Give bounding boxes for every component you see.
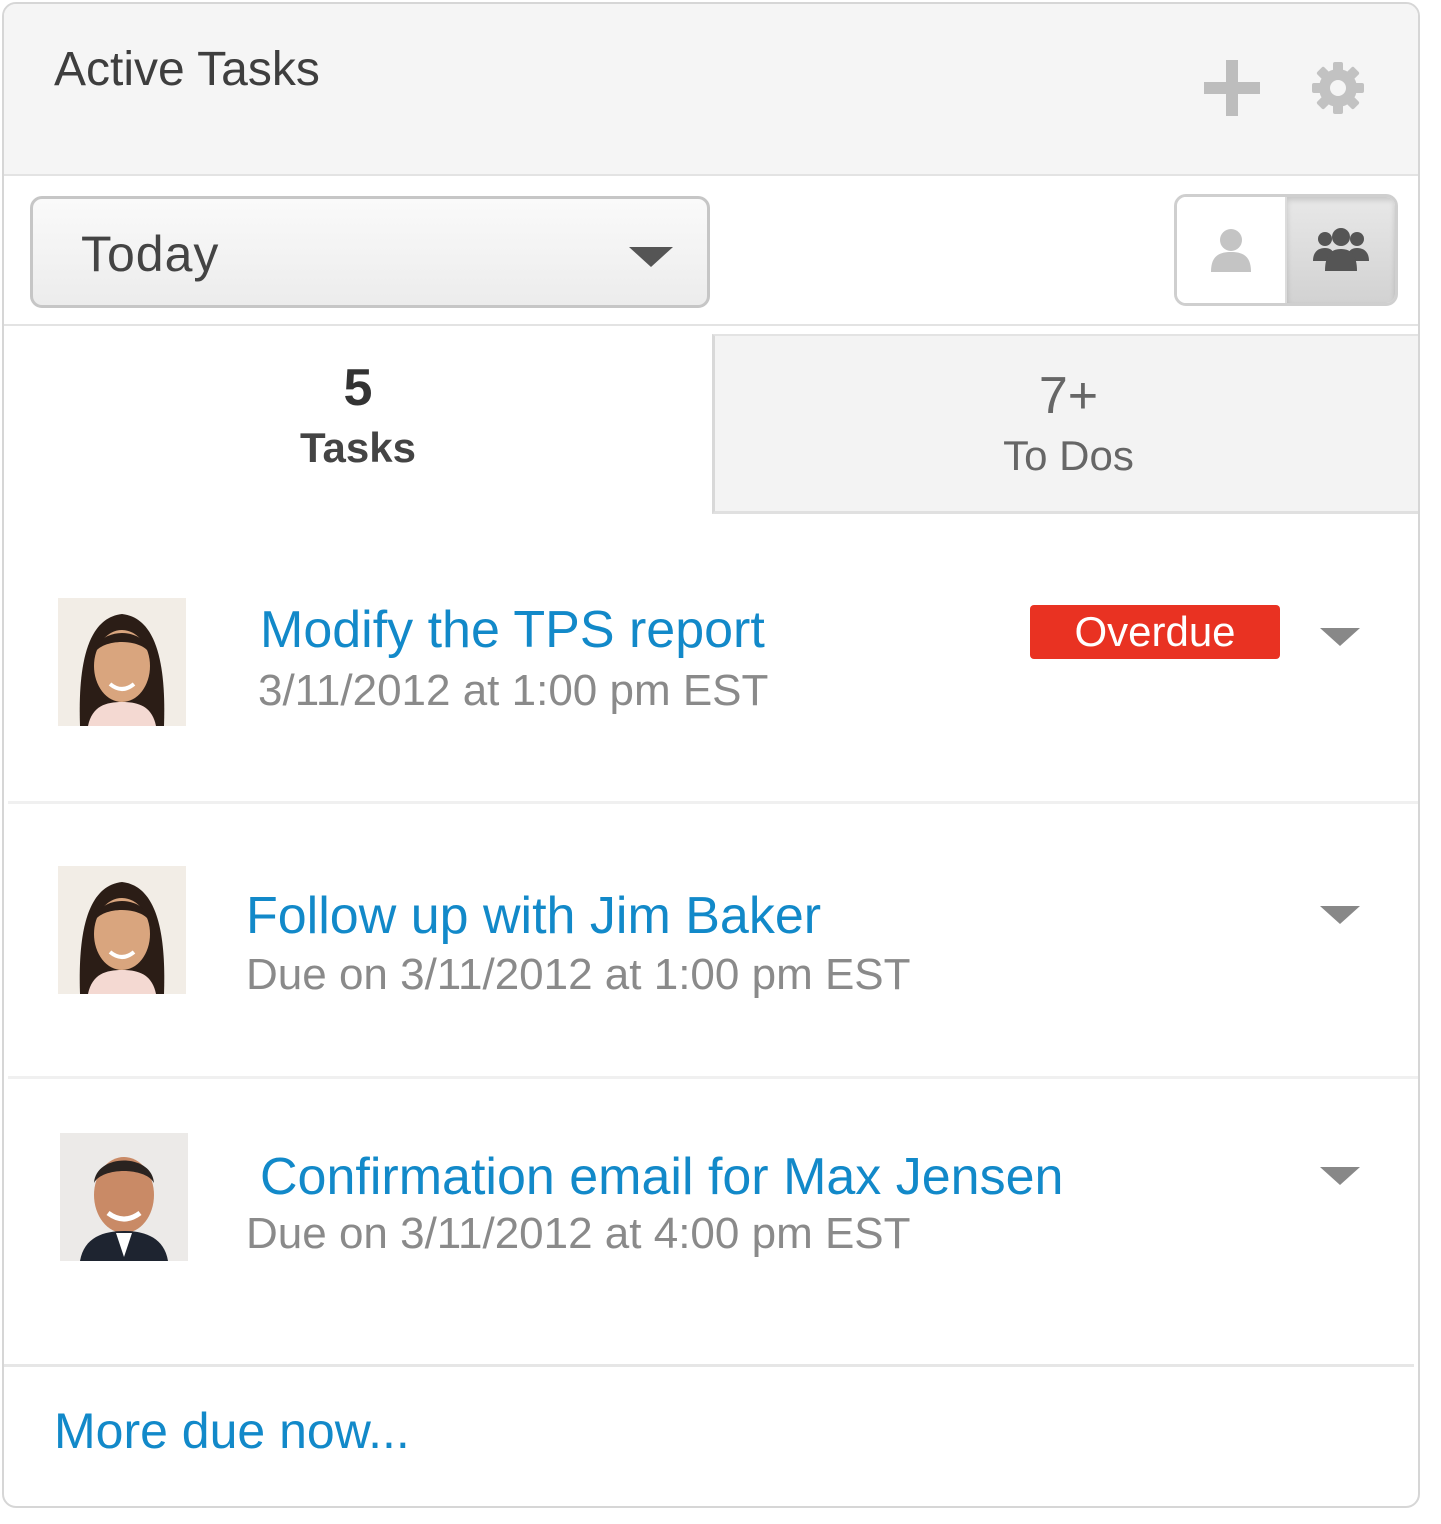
date-filter-select[interactable]: Today	[30, 196, 710, 308]
avatar	[60, 1133, 188, 1261]
chevron-down-icon	[629, 247, 673, 267]
task-row[interactable]: Confirmation email for Max Jensen Due on…	[4, 1079, 1418, 1363]
settings-button[interactable]	[1308, 58, 1368, 118]
woman-avatar	[58, 866, 186, 994]
active-tasks-panel: Active Tasks Today 5 Tasks 7+ To Dos Mod…	[2, 2, 1420, 1508]
panel-header: Active Tasks	[4, 4, 1418, 176]
panel-title: Active Tasks	[54, 43, 320, 96]
date-filter-value: Today	[81, 226, 220, 282]
todos-tab-label: To Dos	[1003, 432, 1134, 479]
team-tasks-toggle[interactable]	[1287, 197, 1395, 303]
add-task-button[interactable]	[1200, 56, 1264, 120]
task-due-date: Due on 3/11/2012 at 1:00 pm EST	[246, 950, 911, 999]
task-row[interactable]: Follow up with Jim Baker Due on 3/11/201…	[4, 804, 1418, 1076]
view-toggle	[1174, 194, 1398, 306]
more-due-now-link[interactable]: More due now...	[54, 1402, 410, 1460]
man-avatar	[60, 1133, 188, 1261]
single-person-icon	[1211, 229, 1251, 272]
todos-count: 7+	[1038, 367, 1099, 425]
group-icon	[1313, 228, 1369, 271]
my-tasks-toggle[interactable]	[1177, 197, 1287, 303]
divider	[4, 1364, 1414, 1367]
chevron-down-icon[interactable]	[1320, 906, 1360, 924]
task-due-date: 3/11/2012 at 1:00 pm EST	[258, 666, 769, 715]
filter-bar: Today	[4, 178, 1418, 326]
tasks-tab-label: Tasks	[300, 424, 416, 471]
task-title[interactable]: Confirmation email for Max Jensen	[260, 1147, 1063, 1207]
tab-tasks[interactable]: 5 Tasks	[4, 328, 712, 514]
task-row[interactable]: Modify the TPS report 3/11/2012 at 1:00 …	[4, 516, 1418, 802]
plus-icon	[1204, 60, 1260, 116]
avatar	[58, 598, 186, 726]
task-due-date: Due on 3/11/2012 at 4:00 pm EST	[246, 1209, 911, 1258]
overdue-badge: Overdue	[1030, 605, 1280, 659]
tasks-count: 5	[343, 359, 373, 417]
woman-avatar	[58, 598, 186, 726]
tab-todos[interactable]: 7+ To Dos	[712, 334, 1418, 514]
chevron-down-icon[interactable]	[1320, 1167, 1360, 1185]
task-title[interactable]: Follow up with Jim Baker	[246, 886, 821, 946]
gear-icon	[1312, 62, 1364, 114]
task-title[interactable]: Modify the TPS report	[260, 600, 765, 660]
chevron-down-icon[interactable]	[1320, 628, 1360, 646]
avatar	[58, 866, 186, 994]
